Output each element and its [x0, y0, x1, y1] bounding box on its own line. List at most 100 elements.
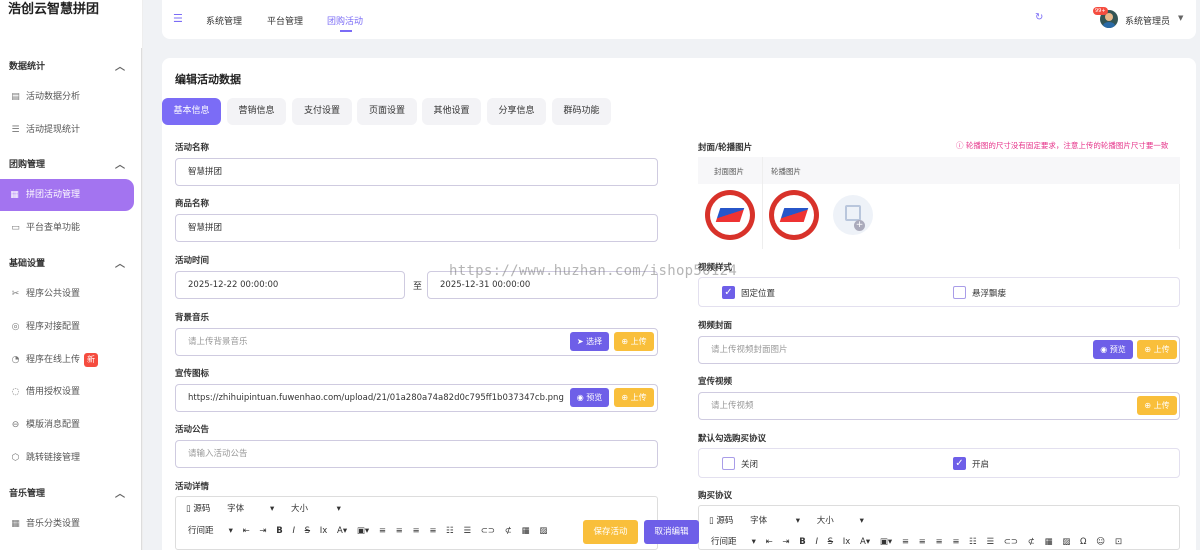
size-select[interactable]: 大小 ▾ — [291, 502, 341, 514]
sidebar-item-withdraw-stats[interactable]: ☰ 活动提现统计 — [10, 119, 134, 141]
italic-icon[interactable]: I — [815, 534, 818, 549]
sidebar-group-basic[interactable]: 基础设置 ︿ — [9, 256, 127, 270]
align-left-icon[interactable]: ≡ — [902, 534, 909, 549]
unlink-icon[interactable]: ⊄ — [505, 523, 512, 540]
outdent-icon[interactable]: ⇥ — [782, 534, 789, 549]
align-center-icon[interactable]: ≡ — [396, 523, 403, 540]
upload-video-button[interactable]: ⊕ 上传 — [1137, 396, 1177, 415]
justify-icon[interactable]: ≡ — [952, 534, 959, 549]
agreement-off-checkbox[interactable] — [722, 457, 735, 470]
size-select[interactable]: 大小 ▾ — [817, 514, 864, 526]
sidebar-group-music[interactable]: 音乐管理 ︿ — [9, 486, 127, 500]
tab-other[interactable]: 其他设置 — [422, 98, 481, 125]
menu-toggle-icon[interactable]: ☰ — [173, 12, 183, 25]
bold-icon[interactable]: B — [799, 534, 805, 549]
floating-checkbox[interactable] — [953, 286, 966, 299]
add-image-placeholder[interactable]: + — [833, 195, 873, 235]
outdent-icon[interactable]: ⇥ — [259, 523, 266, 540]
select-music-button[interactable]: ➤ 选择 — [570, 332, 609, 351]
grid-icon: ▦ — [11, 519, 20, 529]
fixed-position-checkbox[interactable]: ✓ — [722, 286, 735, 299]
tab-page[interactable]: 页面设置 — [357, 98, 417, 125]
sidebar-item-order-search[interactable]: ▭ 平台查单功能 — [10, 217, 134, 239]
font-select[interactable]: 字体 ▾ — [227, 502, 274, 514]
indent-icon[interactable]: ⇤ — [766, 534, 773, 549]
user-name[interactable]: 系统管理员 — [1125, 14, 1170, 27]
announcement-input[interactable]: 请输入活动公告 — [175, 440, 658, 468]
preview-video-cover-button[interactable]: ◉ 预览 — [1093, 340, 1133, 359]
activity-name-input[interactable]: 智慧拼团 — [175, 158, 658, 186]
ordered-list-icon[interactable]: ☷ — [969, 534, 977, 549]
tab-qrcode[interactable]: 群码功能 — [552, 98, 611, 125]
image-icon[interactable]: ▨ — [539, 523, 547, 540]
sidebar-item-template-msg[interactable]: ⊖ 模版消息配置 — [10, 414, 134, 436]
strikethrough-icon[interactable]: S — [305, 523, 310, 540]
sidebar-group-groupbuy[interactable]: 团购管理 ︿ — [9, 157, 127, 171]
tab-payment[interactable]: 支付设置 — [292, 98, 352, 125]
line-height-select[interactable]: 行间距 ▾ — [188, 523, 233, 540]
save-activity-button[interactable]: 保存活动 — [583, 520, 638, 544]
align-left-icon[interactable]: ≡ — [379, 523, 386, 540]
promo-video-input[interactable]: 请上传视频 — [698, 392, 1180, 420]
image-icon[interactable]: ▨ — [1062, 534, 1070, 549]
nav-system[interactable]: 系统管理 — [206, 14, 242, 27]
sidebar-item-common-settings[interactable]: ✂ 程序公共设置 — [10, 283, 134, 305]
omega-icon[interactable]: Ω — [1080, 534, 1087, 549]
product-name-input[interactable]: 智慧拼团 — [175, 214, 658, 242]
more-icon[interactable]: ⊡ — [1115, 534, 1122, 549]
table-icon[interactable]: ▦ — [1045, 534, 1053, 549]
strikethrough-icon[interactable]: S — [828, 534, 833, 549]
font-color-icon[interactable]: A▾ — [337, 523, 347, 540]
tab-basic[interactable]: 基本信息 — [162, 98, 221, 125]
unordered-list-icon[interactable]: ☰ — [463, 523, 471, 540]
sidebar-item-online-upload[interactable]: ◔ 程序在线上传新 — [10, 349, 134, 371]
italic-icon[interactable]: I — [292, 523, 295, 540]
refresh-icon[interactable]: ↻ — [1035, 12, 1043, 23]
sidebar-item-link-manage[interactable]: ⬡ 跳转链接管理 — [10, 447, 134, 469]
agreement-editor[interactable]: ▯ 源码 字体 ▾ 大小 ▾ 行间距 ▾ ⇤ ⇥ B I S Ix A▾ ▣▾ … — [698, 505, 1180, 550]
cover-image[interactable] — [705, 190, 755, 240]
indent-icon[interactable]: ⇤ — [243, 523, 250, 540]
nav-groupbuy[interactable]: 团购活动 — [327, 14, 363, 32]
tab-marketing[interactable]: 营销信息 — [227, 98, 286, 125]
align-right-icon[interactable]: ≡ — [935, 534, 942, 549]
carousel-image[interactable] — [769, 190, 819, 240]
unordered-list-icon[interactable]: ☰ — [986, 534, 994, 549]
sidebar-item-integration[interactable]: ◎ 程序对接配置 — [10, 316, 134, 338]
cancel-edit-button[interactable]: 取消编辑 — [644, 520, 699, 544]
agreement-on-checkbox[interactable]: ✓ — [953, 457, 966, 470]
bold-icon[interactable]: B — [276, 523, 282, 540]
sidebar-item-music-category[interactable]: ▦ 音乐分类设置 — [10, 513, 134, 535]
justify-icon[interactable]: ≡ — [429, 523, 436, 540]
nav-platform[interactable]: 平台管理 — [267, 14, 303, 27]
upload-music-button[interactable]: ⊕ 上传 — [614, 332, 654, 351]
font-select[interactable]: 字体 ▾ — [750, 514, 800, 526]
sidebar-item-activity-analysis[interactable]: ▤ 活动数据分析 — [10, 86, 134, 108]
preview-icon-button[interactable]: ◉ 预览 — [570, 388, 609, 407]
sidebar-scrollbar[interactable] — [141, 48, 142, 550]
font-color-icon[interactable]: A▾ — [860, 534, 870, 549]
start-time-input[interactable]: 2025-12-22 00:00:00 — [175, 271, 405, 299]
chevron-down-icon[interactable]: ▼ — [1178, 14, 1183, 22]
table-icon[interactable]: ▦ — [522, 523, 530, 540]
sidebar-item-groupbuy-manage[interactable]: ▦ 拼团活动管理 — [0, 179, 134, 211]
sidebar-item-auth-settings[interactable]: ◌ 借用授权设置 — [10, 381, 134, 403]
source-button[interactable]: ▯ 源码 — [186, 502, 217, 514]
line-height-select[interactable]: 行间距 ▾ — [711, 534, 756, 549]
bg-color-icon[interactable]: ▣▾ — [880, 534, 892, 549]
ordered-list-icon[interactable]: ☷ — [446, 523, 454, 540]
unlink-icon[interactable]: ⊄ — [1028, 534, 1035, 549]
upload-video-cover-button[interactable]: ⊕ 上传 — [1137, 340, 1177, 359]
link-icon[interactable]: ⊂⊃ — [1004, 534, 1018, 549]
emoji-icon[interactable]: ☺ — [1096, 534, 1105, 549]
sidebar-group-stats[interactable]: 数据统计 ︿ — [9, 59, 127, 73]
clear-format-icon[interactable]: Ix — [320, 523, 328, 540]
align-right-icon[interactable]: ≡ — [412, 523, 419, 540]
tab-share[interactable]: 分享信息 — [487, 98, 546, 125]
align-center-icon[interactable]: ≡ — [919, 534, 926, 549]
upload-icon-button[interactable]: ⊕ 上传 — [614, 388, 654, 407]
clear-format-icon[interactable]: Ix — [843, 534, 851, 549]
source-button[interactable]: ▯ 源码 — [709, 514, 740, 526]
bg-color-icon[interactable]: ▣▾ — [357, 523, 369, 540]
link-icon[interactable]: ⊂⊃ — [481, 523, 495, 540]
